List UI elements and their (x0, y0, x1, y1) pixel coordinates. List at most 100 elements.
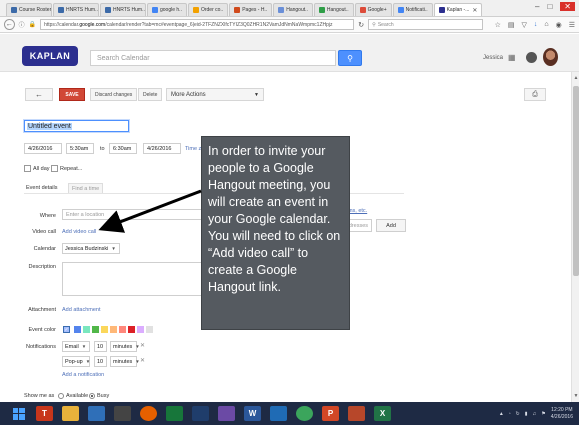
browser-tab[interactable]: HNRTS Hum.. (53, 3, 99, 16)
busy-radio[interactable] (89, 393, 95, 399)
browser-tab[interactable]: Notificati.. (392, 3, 433, 16)
browser-tab[interactable]: Hangout.. (313, 3, 354, 16)
app-blue-icon[interactable] (270, 406, 287, 421)
notification-unit-select[interactable]: minutes ▼ (110, 341, 140, 352)
maximize-icon[interactable]: □ (547, 2, 552, 11)
star-icon[interactable]: ☆ (495, 21, 501, 29)
browser-tab[interactable]: Hangout.. (273, 3, 313, 16)
color-swatch[interactable] (74, 326, 81, 333)
shield-icon[interactable]: ◉ (556, 21, 562, 29)
reading-list-icon[interactable]: ▤ (508, 21, 515, 29)
battery-icon[interactable]: ▮ (525, 411, 528, 417)
notification-type-select[interactable]: Email ▼ (62, 341, 90, 352)
notification-amount-input[interactable]: 10 (94, 356, 107, 367)
user-name[interactable]: Jessica (483, 55, 503, 61)
app-dark-icon[interactable] (192, 406, 209, 421)
color-swatch[interactable] (146, 326, 153, 333)
firefox-icon[interactable] (140, 406, 157, 421)
repeat-checkbox[interactable] (51, 165, 58, 172)
window-close-icon[interactable]: ✕ (560, 2, 575, 11)
discard-changes-button[interactable]: Discard changes (90, 88, 138, 101)
remove-notification-icon[interactable]: ✕ (140, 357, 145, 364)
home-icon[interactable]: ⌂ (544, 21, 548, 29)
tray-chevron-icon[interactable]: ▲ (499, 411, 504, 417)
reload-icon[interactable]: ↻ (358, 21, 364, 29)
file-explorer-icon[interactable] (62, 406, 79, 421)
add-guest-button[interactable]: Add (376, 219, 406, 232)
apps-grid-icon[interactable]: ▦ (508, 53, 516, 62)
menu-icon[interactable]: ☰ (569, 21, 575, 29)
end-date-input[interactable]: 4/26/2016 (143, 143, 181, 154)
word-icon[interactable]: W (244, 406, 261, 421)
pocket-icon[interactable]: ▽ (521, 21, 526, 29)
avatar[interactable] (543, 48, 558, 66)
start-date-input[interactable]: 4/26/2016 (24, 143, 62, 154)
color-swatch[interactable] (92, 326, 99, 333)
kaplan-logo[interactable]: KAPLAN (22, 46, 78, 66)
save-button[interactable]: SAVE (59, 88, 85, 101)
color-swatch[interactable] (137, 326, 144, 333)
app-t-icon[interactable]: T (36, 406, 53, 421)
scrollbar-thumb[interactable] (573, 86, 579, 276)
media-app-icon[interactable] (114, 406, 131, 421)
download-icon[interactable]: ↓ (534, 21, 538, 29)
browser-tab[interactable]: Order co.. (187, 3, 229, 16)
notification-unit-select[interactable]: minutes ▼ (110, 356, 140, 367)
event-title-input[interactable]: Untitled event (24, 120, 129, 132)
browser-tab[interactable]: Pages - H.. (229, 3, 273, 16)
browser-search-field[interactable]: ⚲ Search (368, 19, 483, 30)
taskbar-clock[interactable]: 12:20 PM 4/26/2016 (551, 407, 573, 421)
color-swatch[interactable]: ✓ (63, 326, 70, 333)
all-day-checkbox[interactable] (24, 165, 31, 172)
back-button[interactable]: ← (25, 88, 53, 101)
back-arrow-icon[interactable]: ← (4, 19, 15, 30)
color-swatch[interactable] (101, 326, 108, 333)
tab-event-details[interactable]: Event details (26, 185, 58, 191)
add-attachment-link[interactable]: Add attachment (62, 307, 101, 313)
info-icon[interactable]: ⓘ (19, 20, 25, 29)
notification-type-select[interactable]: Pop-up ▼ (62, 356, 90, 367)
color-swatch[interactable] (83, 326, 90, 333)
browser-tab[interactable]: Kaplan -... ✕ (433, 3, 483, 16)
notifications-icon[interactable] (526, 52, 537, 63)
available-radio[interactable] (58, 393, 64, 399)
chrome-icon[interactable] (296, 406, 313, 421)
browser-tab[interactable]: Google+ (354, 3, 392, 16)
description-textarea[interactable] (62, 262, 222, 296)
url-field[interactable]: https://calendar. google.com/calendar/ren… (40, 19, 355, 30)
color-swatch[interactable] (119, 326, 126, 333)
remove-notification-icon[interactable]: ✕ (140, 342, 145, 349)
delete-button[interactable]: Delete (138, 88, 163, 101)
acrobat-icon[interactable] (348, 406, 365, 421)
powerpoint-icon[interactable]: P (322, 406, 339, 421)
search-button[interactable]: ⚲ (338, 50, 362, 66)
tab-close-icon[interactable]: ✕ (472, 7, 477, 14)
scroll-down-icon[interactable]: ▼ (572, 392, 579, 400)
tab-find-a-time[interactable]: Find a time (68, 183, 104, 193)
excel-icon[interactable]: X (374, 406, 391, 421)
volume-icon[interactable]: ♫ (533, 411, 537, 417)
windows-start-icon[interactable] (10, 406, 27, 421)
scroll-up-icon[interactable]: ▲ (572, 74, 579, 82)
location-input[interactable]: Enter a location (62, 209, 212, 220)
calendar-select[interactable]: Jessica Budzinski ▼ (62, 243, 120, 254)
minimize-icon[interactable]: – (535, 2, 539, 11)
color-swatch[interactable] (128, 326, 135, 333)
network-app-icon[interactable] (88, 406, 105, 421)
browser-tab[interactable]: HNRTS Hum.. (100, 3, 146, 16)
more-actions-dropdown[interactable]: More Actions ▼ (166, 88, 264, 101)
print-button[interactable]: ⎙ (524, 88, 546, 101)
app-green-icon[interactable] (166, 406, 183, 421)
page-scrollbar[interactable]: ▲ ▼ (571, 72, 579, 402)
notification-amount-input[interactable]: 10 (94, 341, 107, 352)
calendar-search-input[interactable]: Search Calendar (90, 50, 336, 66)
network-icon[interactable]: ▫ (509, 411, 511, 417)
browser-tab[interactable]: google h.. (147, 3, 187, 16)
browser-tab[interactable]: Course Roster (6, 3, 52, 16)
sync-icon[interactable]: ↻ (516, 411, 520, 417)
add-video-call-link[interactable]: Add video call (62, 229, 96, 235)
end-time-input[interactable]: 6:30am (109, 143, 137, 154)
app-purple-icon[interactable] (218, 406, 235, 421)
start-time-input[interactable]: 5:30am (66, 143, 94, 154)
color-swatch[interactable] (110, 326, 117, 333)
